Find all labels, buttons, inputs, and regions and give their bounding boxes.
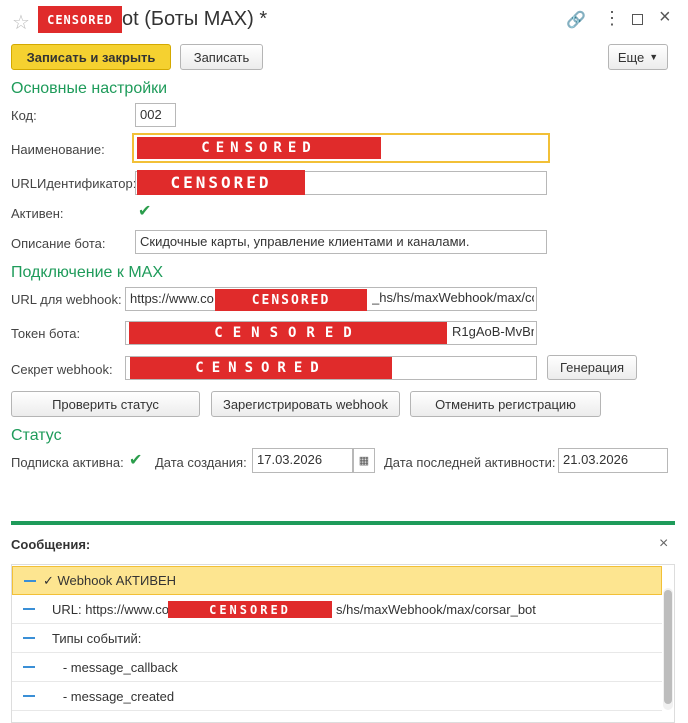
register-webhook-button[interactable]: Зарегистрировать webhook	[211, 391, 400, 417]
dash-icon	[23, 637, 35, 639]
secret-label: Секрет webhook:	[11, 362, 113, 377]
created-date-label: Дата создания:	[155, 455, 247, 470]
message-item[interactable]: Типы событий:	[12, 624, 662, 653]
close-window-icon[interactable]: ×	[659, 6, 671, 29]
active-label: Активен:	[11, 206, 64, 221]
token-value-end: R1gAoB-MvBm	[452, 324, 534, 339]
code-label: Код:	[11, 108, 37, 123]
name-censor: CENSORED	[137, 137, 381, 159]
active-checkbox[interactable]: ✔	[138, 204, 153, 220]
more-label: Еще	[617, 49, 645, 65]
dash-icon	[23, 695, 35, 697]
message-text: - message_created	[52, 688, 175, 704]
webhook-url-censor: CENSORED	[215, 289, 367, 311]
favorite-star-icon[interactable]: ☆	[12, 10, 30, 35]
token-censor: CENSORED	[129, 322, 447, 344]
dropdown-arrow-icon: ▼	[649, 52, 659, 62]
messages-divider	[11, 521, 675, 525]
more-vert-icon[interactable]: ⋮	[603, 8, 621, 29]
message-text: - message_callback	[52, 659, 178, 675]
dash-icon	[24, 579, 36, 582]
dash-icon	[23, 666, 35, 668]
message-item[interactable]: ✓ Webhook АКТИВЕН	[12, 566, 662, 595]
more-button[interactable]: Еще ▼	[608, 44, 668, 70]
description-field[interactable]: Скидочные карты, управление клиентами и …	[135, 230, 547, 254]
title-censor: CENSORED	[38, 6, 122, 33]
check-status-button[interactable]: Проверить статус	[11, 391, 200, 417]
last-activity-label: Дата последней активности:	[384, 455, 556, 470]
message-text-end: s/hs/maxWebhook/max/corsar_bot	[336, 602, 536, 617]
message-text-start: URL: https://www.co	[52, 601, 170, 617]
calendar-icon[interactable]: ▦	[353, 448, 375, 473]
last-activity-field[interactable]: 21.03.2026	[558, 448, 668, 473]
token-label: Токен бота:	[11, 326, 81, 341]
save-button[interactable]: Записать	[180, 44, 263, 70]
generate-button[interactable]: Генерация	[547, 355, 637, 380]
url-id-censor: CENSORED	[137, 170, 305, 195]
save-and-close-button[interactable]: Записать и закрыть	[11, 44, 171, 70]
dash-icon	[23, 608, 35, 610]
created-date-field[interactable]: 17.03.2026	[252, 448, 353, 473]
subscription-label: Подписка активна:	[11, 455, 124, 470]
webhook-url-label: URL для webhook:	[11, 292, 122, 307]
messages-scrollbar-thumb[interactable]	[664, 590, 672, 704]
message-item[interactable]: - message_created	[12, 682, 662, 711]
maximize-icon[interactable]	[632, 14, 643, 25]
unregister-button[interactable]: Отменить регистрацию	[410, 391, 601, 417]
window-title: ot (Боты MAX) *	[122, 8, 268, 30]
code-field[interactable]: 002	[135, 103, 176, 127]
description-label: Описание бота:	[11, 236, 106, 251]
subscription-checkbox[interactable]: ✔	[129, 453, 144, 469]
message-item[interactable]: - message_callback	[12, 653, 662, 682]
messages-title: Сообщения:	[11, 537, 91, 552]
message-text: Типы событий:	[52, 630, 142, 646]
url-id-label: URLИдентификатор:	[11, 176, 137, 191]
name-label: Наименование:	[11, 142, 105, 157]
link-icon[interactable]: 🔗	[566, 10, 586, 30]
messages-close-icon[interactable]: ×	[659, 535, 668, 553]
webhook-url-end: _hs/hs/maxWebhook/max/co	[372, 290, 534, 305]
message-url-censor: CENSORED	[168, 601, 332, 618]
connection-heading: Подключение к MAX	[11, 264, 164, 281]
message-text: ✓ Webhook АКТИВЕН	[43, 572, 177, 588]
basic-settings-heading: Основные настройки	[11, 80, 168, 97]
secret-censor: CENSORED	[130, 357, 392, 379]
webhook-url-start: https://www.co	[130, 291, 214, 306]
status-heading: Статус	[11, 427, 62, 444]
